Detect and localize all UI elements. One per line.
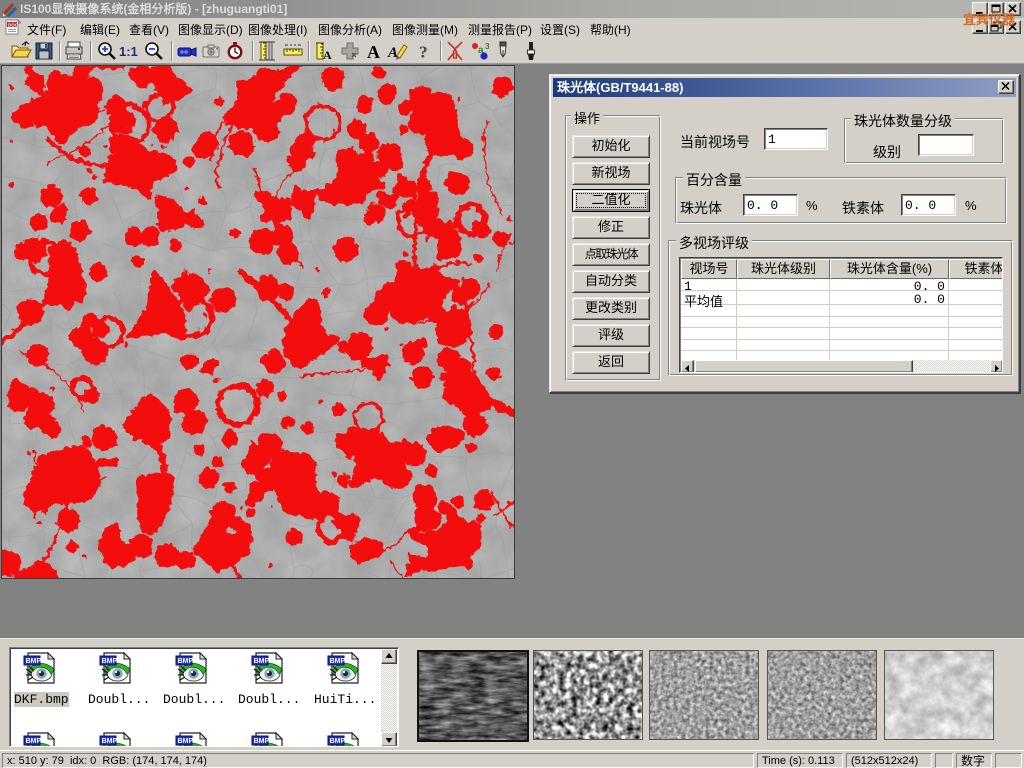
svg-text:BMP: BMP [330, 738, 346, 745]
svg-text:3: 3 [485, 42, 490, 51]
svg-text:?: ? [419, 43, 428, 62]
svg-text:BMP: BMP [26, 738, 42, 745]
svg-text:1:1: 1:1 [119, 44, 138, 59]
svg-text:BMP: BMP [330, 658, 346, 665]
svg-text:BMP: BMP [26, 658, 42, 665]
svg-text:BMP: BMP [254, 658, 270, 665]
svg-text:BMP: BMP [254, 738, 270, 745]
svg-text:BMP: BMP [102, 658, 118, 665]
svg-text:BMP: BMP [178, 738, 194, 745]
svg-text:DOC: DOC [8, 23, 19, 28]
svg-text:BMP: BMP [178, 658, 194, 665]
svg-text:A: A [323, 48, 332, 62]
svg-text:BMP: BMP [102, 738, 118, 745]
svg-text:A: A [367, 42, 380, 62]
